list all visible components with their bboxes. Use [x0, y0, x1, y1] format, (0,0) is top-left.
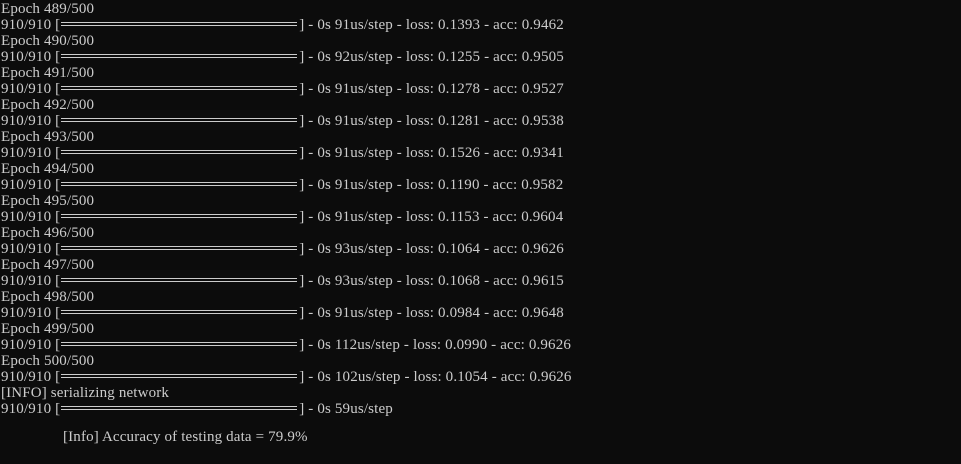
progress-stats: ] - 0s 91us/step - loss: 0.1190 - acc: 0…: [299, 177, 564, 193]
progress-bar-lower-rule: [61, 89, 298, 90]
progress-line: 910/910 [ ] - 0s 93us/step - loss: 0.1068…: [1, 273, 564, 289]
progress-bar: [61, 403, 298, 414]
progress-prefix: 910/910 [: [1, 401, 61, 417]
progress-bar: [61, 371, 298, 382]
progress-bar-lower-rule: [61, 25, 298, 26]
progress-bar-upper-rule: [61, 342, 298, 343]
progress-line: 910/910 [ ] - 0s 91us/step - loss: 0.1153…: [1, 209, 563, 225]
progress-line: 910/910 [ ] - 0s 93us/step - loss: 0.1064…: [1, 241, 564, 257]
progress-line: 910/910 [ ] - 0s 92us/step - loss: 0.1255…: [1, 49, 564, 65]
epoch-line: Epoch 491/500: [1, 65, 95, 81]
progress-bar-lower-rule: [61, 313, 298, 314]
progress-bar-upper-rule: [61, 182, 298, 183]
progress-bar-lower-rule: [61, 409, 298, 410]
progress-prefix: 910/910 [: [1, 337, 61, 353]
progress-bar-lower-rule: [61, 121, 298, 122]
progress-bar-upper-rule: [61, 246, 298, 247]
progress-bar-lower-rule: [61, 249, 298, 250]
epoch-line: Epoch 496/500: [1, 225, 95, 241]
progress-stats: ] - 0s 91us/step - loss: 0.1153 - acc: 0…: [299, 209, 564, 225]
progress-bar-upper-rule: [61, 374, 298, 375]
progress-bar: [61, 243, 298, 254]
progress-stats: ] - 0s 91us/step - loss: 0.1278 - acc: 0…: [299, 81, 564, 97]
progress-stats: ] - 0s 59us/step: [299, 401, 393, 417]
progress-bar-lower-rule: [61, 57, 298, 58]
progress-line: 910/910 [ ] - 0s 91us/step - loss: 0.1190…: [1, 177, 563, 193]
progress-prefix: 910/910 [: [1, 49, 61, 65]
progress-bar: [61, 307, 298, 318]
progress-prefix: 910/910 [: [1, 241, 61, 257]
progress-bar: [61, 83, 298, 94]
progress-bar-upper-rule: [61, 310, 298, 311]
progress-prefix: 910/910 [: [1, 113, 61, 129]
accuracy-result-line: [Info] Accuracy of testing data = 79.9%: [63, 429, 308, 445]
progress-stats: ] - 0s 102us/step - loss: 0.1054 - acc: …: [299, 369, 572, 385]
progress-line: 910/910 [ ] - 0s 91us/step - loss: 0.1393…: [1, 17, 564, 33]
progress-line: 910/910 [ ] - 0s 91us/step - loss: 0.1278…: [1, 81, 564, 97]
progress-bar: [61, 19, 298, 30]
progress-bar: [61, 275, 298, 286]
epoch-line: Epoch 493/500: [1, 129, 95, 145]
progress-prefix: 910/910 [: [1, 177, 61, 193]
progress-stats: ] - 0s 91us/step - loss: 0.1281 - acc: 0…: [299, 113, 564, 129]
progress-stats: ] - 0s 93us/step - loss: 0.1068 - acc: 0…: [299, 273, 564, 289]
progress-stats: ] - 0s 92us/step - loss: 0.1255 - acc: 0…: [299, 49, 564, 65]
progress-bar-upper-rule: [61, 22, 298, 23]
progress-prefix: 910/910 [: [1, 81, 61, 97]
progress-line: 910/910 [ ] - 0s 59us/step: [1, 401, 393, 417]
progress-stats: ] - 0s 93us/step - loss: 0.1064 - acc: 0…: [299, 241, 564, 257]
progress-bar-upper-rule: [61, 54, 298, 55]
progress-bar-upper-rule: [61, 86, 298, 87]
progress-line: 910/910 [ ] - 0s 91us/step - loss: 0.1281…: [1, 113, 564, 129]
progress-bar-lower-rule: [61, 185, 298, 186]
progress-bar: [61, 115, 298, 126]
epoch-line: Epoch 495/500: [1, 193, 95, 209]
epoch-line: Epoch 492/500: [1, 97, 95, 113]
epoch-line: Epoch 499/500: [1, 321, 95, 337]
progress-stats: ] - 0s 91us/step - loss: 0.1526 - acc: 0…: [299, 145, 564, 161]
progress-prefix: 910/910 [: [1, 209, 61, 225]
progress-prefix: 910/910 [: [1, 145, 61, 161]
progress-bar: [61, 51, 298, 62]
progress-prefix: 910/910 [: [1, 369, 61, 385]
progress-bar: [61, 147, 298, 158]
progress-bar-upper-rule: [61, 406, 298, 407]
epoch-line: Epoch 489/500: [1, 1, 95, 17]
progress-bar-upper-rule: [61, 214, 298, 215]
progress-bar: [61, 211, 298, 222]
progress-stats: ] - 0s 91us/step - loss: 0.0984 - acc: 0…: [299, 305, 564, 321]
progress-bar-lower-rule: [61, 377, 298, 378]
terminal-output: Epoch 489/500 910/910 [] - 0s 91us/step -…: [0, 0, 961, 464]
progress-line: 910/910 [ ] - 0s 91us/step - loss: 0.0984…: [1, 305, 564, 321]
progress-bar-upper-rule: [61, 118, 298, 119]
progress-bar-lower-rule: [61, 281, 298, 282]
progress-bar-lower-rule: [61, 217, 298, 218]
epoch-line: Epoch 490/500: [1, 33, 95, 49]
epoch-line: Epoch 494/500: [1, 161, 95, 177]
progress-bar-upper-rule: [61, 278, 298, 279]
epoch-line: Epoch 497/500: [1, 257, 95, 273]
progress-prefix: 910/910 [: [1, 17, 61, 33]
progress-bar: [61, 339, 298, 350]
info-line: [INFO] serializing network: [1, 385, 170, 401]
progress-bar-lower-rule: [61, 345, 298, 346]
progress-bar: [61, 179, 298, 190]
progress-line: 910/910 [ ] - 0s 91us/step - loss: 0.1526…: [1, 145, 564, 161]
progress-stats: ] - 0s 112us/step - loss: 0.0990 - acc: …: [299, 337, 571, 353]
progress-line: 910/910 [ ] - 0s 102us/step - loss: 0.105…: [1, 369, 572, 385]
epoch-line: Epoch 498/500: [1, 289, 95, 305]
progress-line: 910/910 [ ] - 0s 112us/step - loss: 0.099…: [1, 337, 571, 353]
progress-prefix: 910/910 [: [1, 273, 61, 289]
progress-bar-upper-rule: [61, 150, 298, 151]
progress-stats: ] - 0s 91us/step - loss: 0.1393 - acc: 0…: [299, 17, 564, 33]
progress-bar-lower-rule: [61, 153, 298, 154]
epoch-line: Epoch 500/500: [1, 353, 95, 369]
progress-prefix: 910/910 [: [1, 305, 61, 321]
